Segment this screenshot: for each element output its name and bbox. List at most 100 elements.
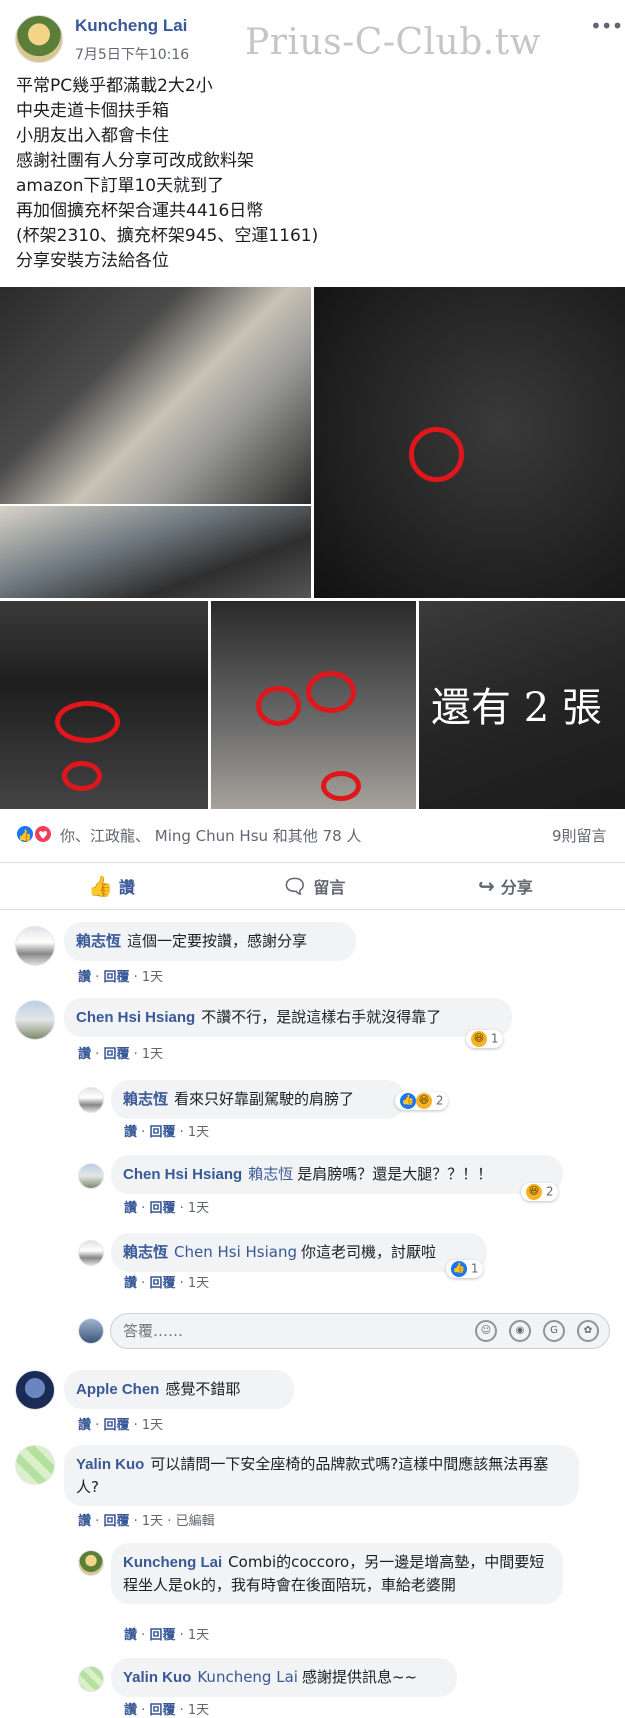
commenter-name[interactable]: Chen Hsi Hsiang [76, 1009, 195, 1026]
commenter-name[interactable]: Chen Hsi Hsiang [123, 1166, 242, 1183]
commenter-name[interactable]: Yalin Kuo [123, 1669, 191, 1686]
comment-like-link[interactable]: 讚 [124, 1703, 137, 1718]
commenter-avatar[interactable] [78, 1163, 104, 1189]
comment-time[interactable]: 1天 [188, 1703, 209, 1718]
comment-time[interactable]: 1天 [142, 1418, 163, 1433]
comment-count[interactable]: 9則留言 [552, 825, 607, 846]
comment-like-link[interactable]: 讚 [78, 1514, 91, 1529]
comment-time[interactable]: 1天 [188, 1276, 209, 1291]
comment-meta: 讚 · 回覆 · 1天 · 已編輯 [78, 1514, 215, 1529]
share-arrow-icon: ↪ [478, 874, 495, 898]
comment-time[interactable]: 1天 [142, 1514, 163, 1529]
comment-reply-link[interactable]: 回覆 [149, 1201, 175, 1216]
like-button[interactable]: 👍 讚 [88, 863, 135, 909]
commenter-name[interactable]: Yalin Kuo [76, 1456, 144, 1473]
comment-time[interactable]: 1天 [188, 1125, 209, 1140]
commenter-name[interactable]: Kuncheng Lai [123, 1554, 222, 1571]
comment-button[interactable]: 🗨 留言 [282, 863, 345, 909]
comment-reactions[interactable]: 👍 😆 2 [395, 1092, 449, 1110]
haha-reaction-icon: 😆 [526, 1184, 542, 1200]
share-button[interactable]: ↪ 分享 [478, 863, 533, 909]
commenter-avatar[interactable] [15, 1370, 55, 1410]
comment-like-link[interactable]: 讚 [124, 1276, 137, 1291]
comment-time[interactable]: 1天 [142, 1047, 163, 1062]
comment-reply-link[interactable]: 回覆 [149, 1703, 175, 1718]
commenter-name[interactable]: 賴志恆 [76, 933, 121, 950]
photo-car-seat[interactable] [0, 287, 311, 504]
highlight-circle [55, 701, 120, 743]
comment-bubble: Chen Hsi Hsiang 不讚不行，是說這樣右手就沒得靠了 [64, 998, 512, 1037]
comment-reactions[interactable]: 😆 2 [521, 1183, 559, 1201]
sticker-icon[interactable]: ✿ [577, 1320, 599, 1342]
post-line: 分享安裝方法給各位 [16, 251, 169, 271]
commenter-avatar[interactable] [15, 926, 55, 966]
comment-like-link[interactable]: 讚 [78, 1047, 91, 1062]
comment-reply-link[interactable]: 回覆 [103, 1047, 129, 1062]
commenter-name[interactable]: 賴志恆 [123, 1091, 168, 1108]
comment-time[interactable]: 1天 [188, 1201, 209, 1216]
commenter-avatar[interactable] [78, 1240, 104, 1266]
comment-like-link[interactable]: 讚 [124, 1628, 137, 1643]
comment-reply-link[interactable]: 回覆 [103, 970, 129, 985]
comment-like-link[interactable]: 讚 [78, 970, 91, 985]
comment-reply-link[interactable]: 回覆 [149, 1276, 175, 1291]
author-name[interactable]: Kuncheng Lai [75, 16, 187, 36]
comment-meta: 讚 · 回覆 · 1天 [124, 1628, 210, 1643]
reaction-count: 1 [490, 1031, 499, 1046]
love-reaction-icon[interactable]: ♥ [33, 824, 53, 844]
reply-input[interactable] [123, 1322, 423, 1340]
comment-meta: 讚 · 回覆 · 1天 [124, 1201, 210, 1216]
commenter-name[interactable]: 賴志恆 [123, 1244, 168, 1261]
more-options-icon[interactable]: ••• [590, 14, 623, 38]
comment-reply-link[interactable]: 回覆 [149, 1125, 175, 1140]
comment-text: 不讚不行，是說這樣右手就沒得靠了 [201, 1008, 442, 1026]
comment-time[interactable]: 1天 [142, 970, 163, 985]
thumbs-up-icon: 👍 [88, 874, 113, 898]
reactors-list[interactable]: 你、江政龍、 Ming Chun Hsu 和其他 78 人 [60, 825, 361, 846]
comment-reactions[interactable]: 😆 1 [466, 1030, 504, 1048]
like-reaction-icon: 👍 [400, 1093, 416, 1109]
comment-like-link[interactable]: 讚 [124, 1125, 137, 1140]
photo-floor-bolt[interactable] [314, 287, 625, 598]
comment-like-link[interactable]: 讚 [124, 1201, 137, 1216]
comment-reply-link[interactable]: 回覆 [149, 1628, 175, 1643]
post-line: 平常PC幾乎都滿載2大2小 [16, 76, 213, 96]
photo-console-bolts[interactable] [211, 601, 416, 809]
reply-box[interactable]: ☺ ◉ G ✿ [110, 1313, 610, 1349]
commenter-avatar[interactable] [78, 1666, 104, 1692]
like-reaction-icon[interactable]: 👍 [15, 824, 35, 844]
commenter-name[interactable]: Apple Chen [76, 1381, 159, 1398]
mention-link[interactable]: Kuncheng Lai [197, 1668, 298, 1686]
photo-car-seat-side[interactable] [0, 506, 311, 598]
photo-more[interactable]: 還有 2 張 [419, 601, 625, 809]
comment-bubble: Chen Hsi Hsiang 賴志恆 是肩膀嗎？還是大腿？？！！ [111, 1155, 563, 1194]
comment-reply-link[interactable]: 回覆 [103, 1514, 129, 1529]
mention-link[interactable]: 賴志恆 [248, 1165, 293, 1183]
post-line: 小朋友出入都會卡住 [16, 126, 169, 146]
camera-icon[interactable]: ◉ [509, 1320, 531, 1342]
post-header: Kuncheng Lai 7月5日下午10:16 Prius-C-Club.tw… [0, 0, 625, 80]
mention-link[interactable]: Chen Hsi Hsiang [174, 1243, 297, 1261]
commenter-avatar[interactable] [78, 1087, 104, 1113]
commenter-avatar[interactable] [78, 1550, 104, 1576]
comment-label: 留言 [313, 878, 346, 897]
comment-text: 可以請問一下安全座椅的品牌款式嗎?這樣中間應該無法再塞人? [76, 1455, 549, 1496]
emoji-icon[interactable]: ☺ [475, 1320, 497, 1342]
comment-time[interactable]: 1天 [188, 1628, 209, 1643]
comment-reply-link[interactable]: 回覆 [103, 1418, 129, 1433]
reaction-count: 2 [545, 1184, 554, 1199]
photo-armrest[interactable] [0, 601, 208, 809]
gif-icon[interactable]: G [543, 1320, 565, 1342]
post-line: (杯架2310、擴充杯架945、空運1161) [16, 226, 319, 246]
commenter-avatar[interactable] [15, 1000, 55, 1040]
speech-bubble-icon: 🗨 [282, 874, 308, 898]
photo-grid: 還有 2 張 [0, 287, 625, 809]
post-line: amazon下訂單10天就到了 [16, 176, 225, 196]
author-avatar[interactable] [15, 15, 63, 63]
comment-like-link[interactable]: 讚 [78, 1418, 91, 1433]
post-timestamp[interactable]: 7月5日下午10:16 [75, 44, 189, 64]
highlight-circle [62, 761, 102, 791]
share-label: 分享 [500, 878, 533, 897]
commenter-avatar[interactable] [15, 1445, 55, 1485]
comment-reactions[interactable]: 👍 1 [446, 1260, 484, 1278]
